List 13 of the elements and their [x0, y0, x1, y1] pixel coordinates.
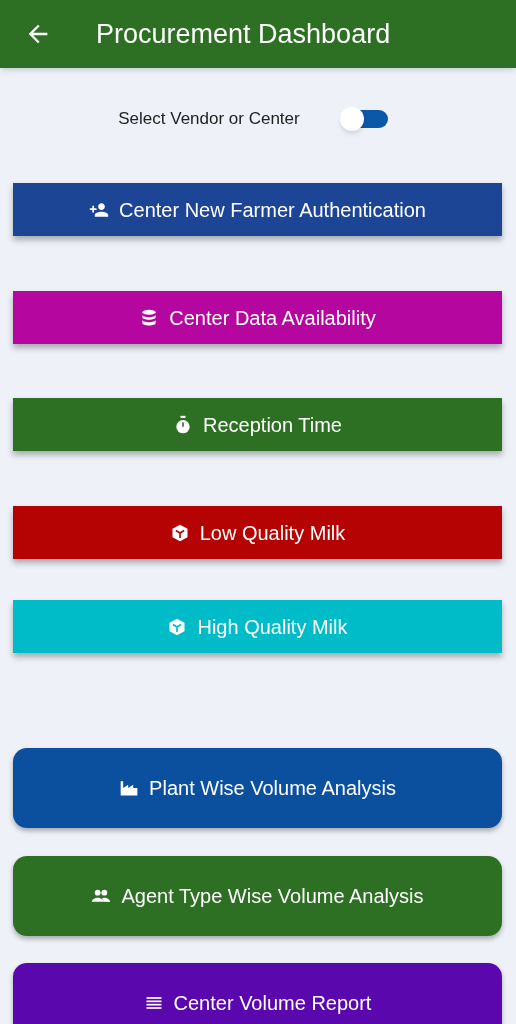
menu-button[interactable]: Low Quality Milk [13, 506, 502, 559]
menu-button[interactable]: Center Data Availability [13, 291, 502, 344]
toggle-label: Select Vendor or Center [118, 108, 300, 131]
app-bar-title: Procurement Dashboard [96, 17, 391, 51]
menu-button[interactable]: Reception Time [13, 398, 502, 451]
menu-button[interactable]: Plant Wise Volume Analysis [13, 748, 502, 828]
stopwatch-icon [173, 414, 193, 435]
factory-icon [119, 778, 140, 798]
menu-button[interactable]: Agent Type Wise Volume Analysis [13, 856, 502, 936]
menu-button[interactable]: Center New Farmer Authentication [13, 183, 502, 236]
menu-button[interactable]: Center Volume Report [13, 963, 502, 1024]
toggle-switch[interactable] [339, 107, 390, 131]
cube-icon [167, 616, 188, 637]
